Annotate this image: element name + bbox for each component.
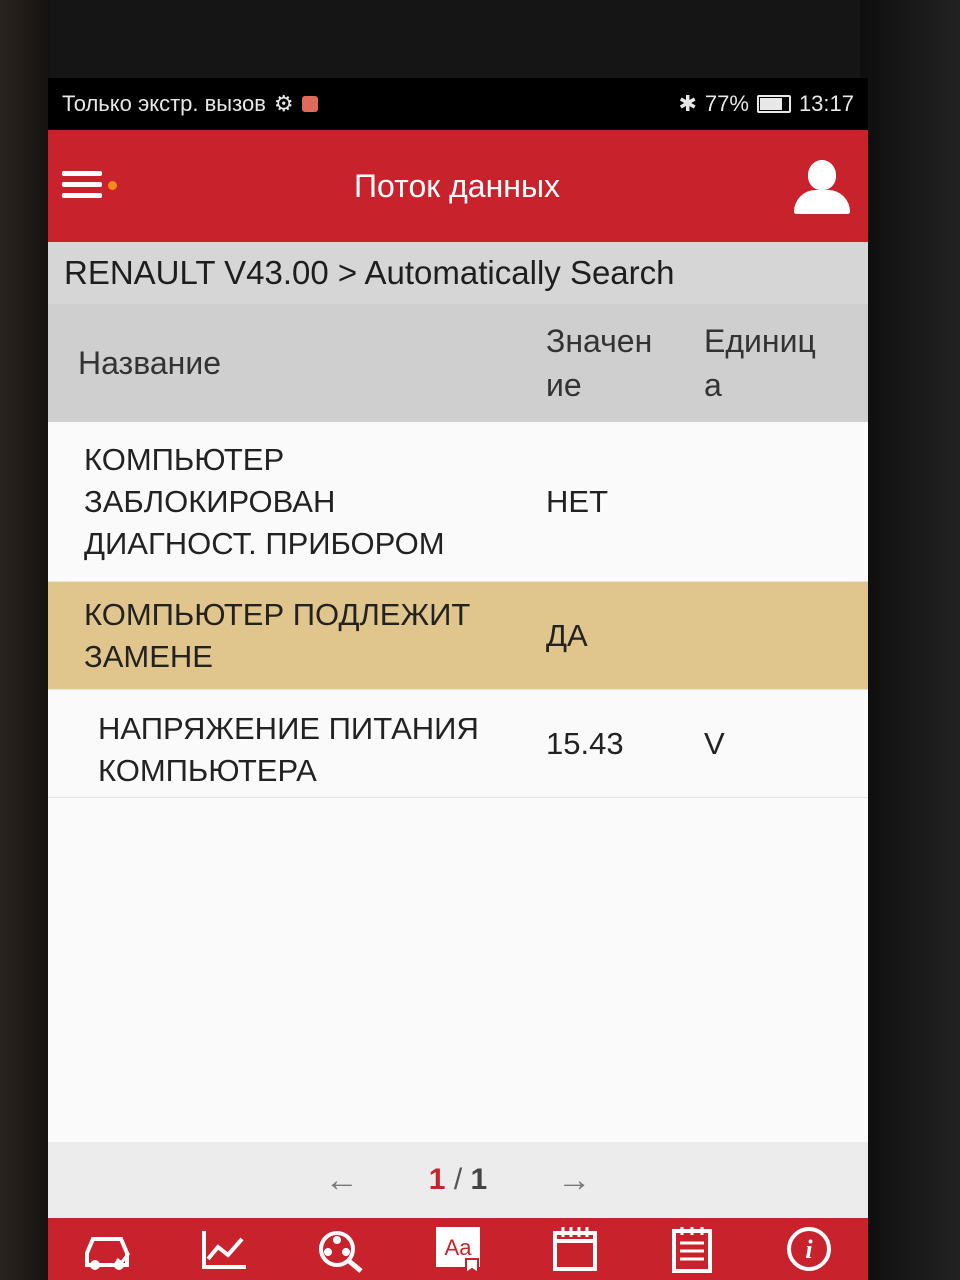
column-header-unit-line2: а [704, 367, 722, 403]
column-header-value: Значен ие [532, 319, 690, 407]
page-title: Поток данных [354, 167, 560, 204]
app-bar: Поток данных [48, 130, 868, 242]
column-header-unit: Единиц а [690, 319, 868, 407]
parameter-name: НАПРЯЖЕНИЕ ПИТАНИЯ КОМПЬЮТЕРА [48, 690, 532, 806]
column-header-value-line2: ие [546, 367, 582, 403]
parameter-value: ДА [546, 617, 588, 653]
parameter-name: КОМПЬЮТЕР ПОДЛЕЖИТ ЗАМЕНЕ [48, 580, 532, 692]
device-bezel-top [0, 0, 960, 80]
device-bezel-right [860, 0, 960, 1280]
svg-text:Aa: Aa [445, 1235, 473, 1260]
hamburger-menu-icon[interactable] [62, 161, 122, 211]
parameter-value: 15.43 [546, 726, 624, 761]
table-row-highlighted[interactable]: КОМПЬЮТЕР ПОДЛЕЖИТ ЗАМЕНЕ ДА [48, 582, 868, 690]
film-reel-search-icon[interactable] [310, 1223, 372, 1275]
table-row[interactable]: КОМПЬЮТЕР ЗАБЛОКИРОВАН ДИАГНОСТ. ПРИБОРО… [48, 422, 868, 582]
column-header-value-line1: Значен [546, 323, 653, 359]
total-pages: 1 [470, 1163, 488, 1196]
breadcrumb: RENAULT V43.00 > Automatically Search [48, 242, 868, 304]
battery-icon [756, 95, 791, 113]
device-bezel-left [0, 0, 50, 1280]
carrier-text: Только экстр. вызов [62, 91, 266, 116]
pager: ← 1 / 1 → [48, 1142, 868, 1218]
status-bar: Только экстр. вызов ⚙ ✱ 77% 13:17 [48, 78, 868, 130]
report-icon[interactable] [661, 1223, 723, 1275]
bluetooth-icon: ✱ [678, 91, 697, 116]
column-header-name: Название [78, 344, 221, 381]
bottom-toolbar: Aa i [48, 1218, 868, 1280]
current-page: 1 [428, 1163, 446, 1196]
font-size-icon[interactable]: Aa [427, 1223, 489, 1275]
parameter-name-line: КОМПЬЮТЕР [84, 441, 285, 477]
device-screen: Только экстр. вызов ⚙ ✱ 77% 13:17 Поток … [48, 78, 868, 1280]
parameter-name-line: ЗАБЛОКИРОВАН [84, 483, 336, 519]
user-profile-icon[interactable] [792, 156, 852, 216]
page-indicator: 1 / 1 [429, 1163, 487, 1197]
svg-text:i: i [806, 1235, 814, 1264]
signal-icon: ⚙ [273, 91, 294, 116]
battery-percent: 77% [704, 91, 749, 116]
parameter-name: КОМПЬЮТЕР ЗАБЛОКИРОВАН ДИАГНОСТ. ПРИБОРО… [48, 425, 532, 579]
parameter-unit: V [704, 726, 725, 761]
parameter-value: НЕТ [546, 483, 608, 519]
parameter-name-line: КОМПЬЮТЕРА [98, 753, 317, 788]
prev-page-button[interactable]: ← [325, 1161, 359, 1200]
calendar-icon[interactable] [544, 1223, 606, 1275]
info-icon[interactable]: i [778, 1223, 840, 1275]
car-icon[interactable] [76, 1223, 138, 1275]
page-separator: / [445, 1163, 471, 1196]
column-header-unit-line1: Единиц [704, 323, 816, 359]
notification-icon [301, 96, 318, 112]
table-empty-area [48, 798, 868, 1148]
parameter-name-line: ДИАГНОСТ. ПРИБОРОМ [84, 525, 445, 561]
clock: 13:17 [798, 91, 854, 116]
parameter-name-line: НАПРЯЖЕНИЕ ПИТАНИЯ [98, 711, 479, 746]
table-row[interactable]: НАПРЯЖЕНИЕ ПИТАНИЯ КОМПЬЮТЕРА 15.43 V [48, 690, 868, 798]
table-header: Название Значен ие Единиц а [48, 304, 868, 422]
parameter-name-line: ЗАМЕНЕ [84, 638, 213, 674]
graph-icon[interactable] [193, 1223, 255, 1275]
parameter-name-line: КОМПЬЮТЕР ПОДЛЕЖИТ [84, 596, 471, 632]
next-page-button[interactable]: → [557, 1161, 591, 1200]
